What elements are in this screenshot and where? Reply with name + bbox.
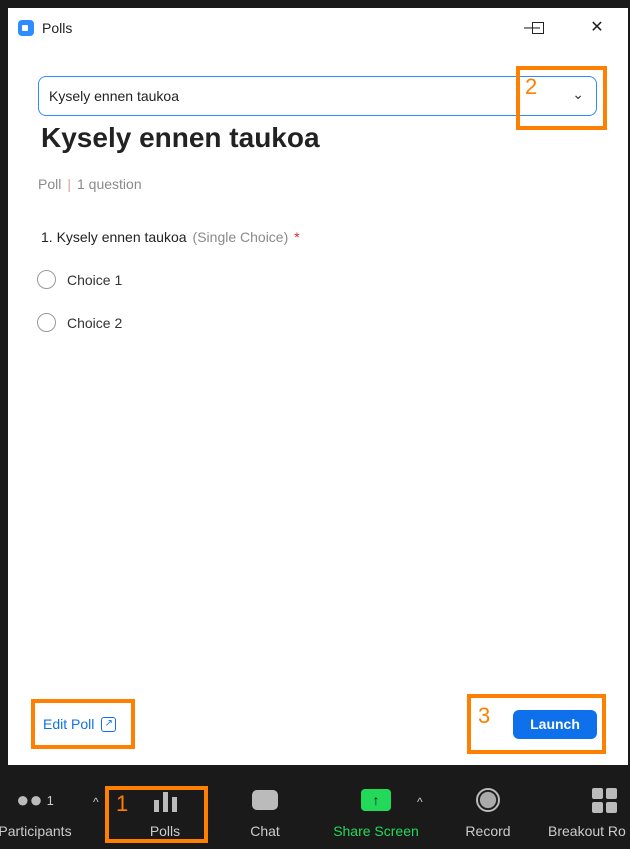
- choice-option[interactable]: Choice 2: [37, 313, 122, 332]
- chat-icon: [225, 785, 305, 815]
- breakout-rooms-label: Breakout Ro: [548, 823, 626, 839]
- share-screen-icon: ↑: [326, 785, 426, 815]
- zoom-app-icon: [18, 20, 34, 36]
- window-title: Polls: [42, 20, 73, 36]
- poll-select-dropdown[interactable]: Kysely ennen taukoa ⌄: [38, 76, 597, 116]
- participants-count: 1: [46, 792, 54, 808]
- chat-label: Chat: [250, 823, 280, 839]
- annotation-number: 3: [478, 703, 491, 728]
- required-marker: *: [294, 229, 300, 245]
- annotation-box-edit: [31, 699, 135, 749]
- breakout-rooms-button[interactable]: Breakout Ro: [545, 785, 630, 839]
- share-screen-button[interactable]: ↑ Share Screen: [326, 785, 426, 839]
- maximize-button[interactable]: [523, 16, 553, 40]
- share-options-caret[interactable]: ^: [417, 795, 423, 809]
- participants-label: Participants: [0, 823, 72, 839]
- title-bar: Polls — ✕: [8, 8, 628, 46]
- participants-options-caret[interactable]: ^: [93, 795, 99, 809]
- chat-button[interactable]: Chat: [225, 785, 305, 839]
- participants-icon: ●● 1: [16, 787, 54, 812]
- record-button[interactable]: Record: [448, 785, 528, 839]
- poll-title: Kysely ennen taukoa: [41, 122, 320, 153]
- radio-button[interactable]: [37, 270, 56, 289]
- question: 1. Kysely ennen taukoa (Single Choice) *: [41, 229, 300, 245]
- question-text: 1. Kysely ennen taukoa: [41, 229, 187, 245]
- close-button[interactable]: ✕: [582, 16, 612, 40]
- poll-kind: Poll: [38, 176, 62, 192]
- poll-select-value: Kysely ennen taukoa: [49, 88, 179, 104]
- annotation-number: 1: [116, 791, 129, 816]
- annotation-number: 2: [525, 74, 538, 99]
- choice-label: Choice 1: [67, 271, 123, 288]
- question-type: (Single Choice): [192, 229, 289, 245]
- choice-label: Choice 2: [67, 314, 123, 331]
- poll-meta: Poll | 1 question: [38, 176, 142, 192]
- divider: |: [67, 176, 71, 192]
- question-count: 1 question: [77, 176, 142, 192]
- record-label: Record: [465, 823, 511, 839]
- radio-button[interactable]: [37, 313, 56, 332]
- share-screen-label: Share Screen: [333, 823, 419, 839]
- breakout-rooms-icon: [545, 785, 630, 815]
- participants-button[interactable]: ●● 1 Participants: [0, 785, 80, 839]
- choice-option[interactable]: Choice 1: [37, 270, 122, 289]
- record-icon: [448, 785, 528, 815]
